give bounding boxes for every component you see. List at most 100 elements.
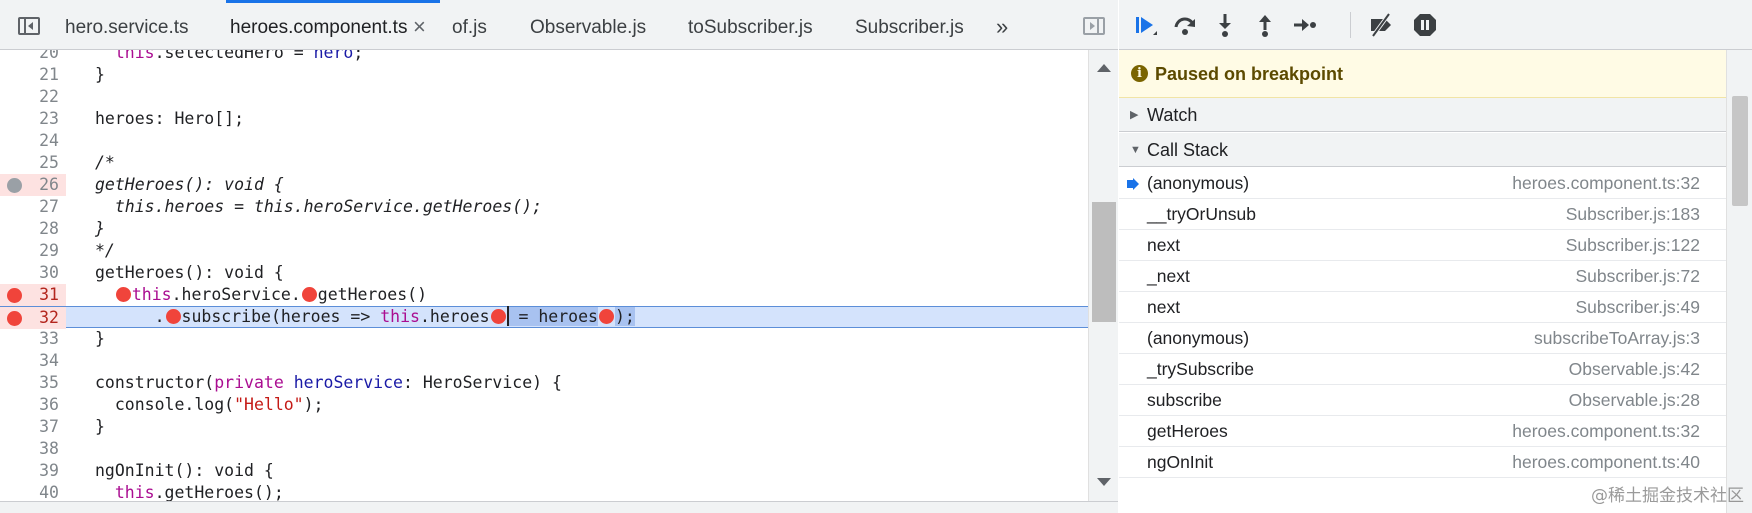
- call-frame[interactable]: __tryOrUnsub Subscriber.js:183: [1119, 199, 1726, 230]
- line-number[interactable]: 23: [0, 108, 66, 130]
- scrollbar-thumb[interactable]: [1092, 202, 1116, 322]
- line-number[interactable]: 40: [0, 482, 66, 501]
- line-number[interactable]: 22: [0, 86, 66, 108]
- step-icon[interactable]: [1291, 11, 1319, 39]
- frame-location[interactable]: Observable.js:42: [1569, 354, 1700, 385]
- call-frame[interactable]: next Subscriber.js:49: [1119, 292, 1726, 323]
- selected-text: = heroes: [508, 307, 598, 326]
- line-number[interactable]: 20: [0, 50, 66, 64]
- call-frame[interactable]: next Subscriber.js:122: [1119, 230, 1726, 261]
- frame-location[interactable]: heroes.component.ts:40: [1512, 447, 1700, 478]
- code-line: 31 this.heroService. getHeroes(): [0, 284, 1088, 306]
- code-text: this.getHeroes();: [114, 483, 284, 501]
- frame-function: _trySubscribe: [1147, 359, 1254, 379]
- breakpoint-marker[interactable]: [7, 311, 22, 326]
- line-number[interactable]: 34: [0, 350, 66, 372]
- call-frame[interactable]: getHeroes heroes.component.ts:32: [1119, 416, 1726, 447]
- tab-of[interactable]: of.js: [452, 0, 487, 50]
- step-out-icon[interactable]: [1251, 11, 1279, 39]
- info-icon: i: [1131, 65, 1148, 82]
- debugger-sidebar: i Paused on breakpoint ▶ Watch ▼ Call St…: [1119, 0, 1752, 513]
- inline-breakpoint-icon[interactable]: [598, 309, 614, 324]
- step-into-icon[interactable]: [1211, 11, 1239, 39]
- line-number[interactable]: 31: [0, 284, 66, 306]
- editor-tab-bar: hero.service.ts heroes.component.ts × of…: [0, 0, 1118, 50]
- line-number[interactable]: 38: [0, 438, 66, 460]
- inline-breakpoint-icon[interactable]: [490, 309, 506, 324]
- code-line: 21 }: [0, 64, 1088, 86]
- line-number[interactable]: 27: [0, 196, 66, 218]
- tab-heroes-component[interactable]: heroes.component.ts: [226, 0, 440, 50]
- frame-location[interactable]: Observable.js:28: [1569, 385, 1700, 416]
- call-stack-section-header[interactable]: ▼ Call Stack: [1119, 133, 1726, 167]
- breakpoint-marker[interactable]: [7, 288, 22, 303]
- call-frame[interactable]: ngOnInit heroes.component.ts:40: [1119, 447, 1726, 478]
- step-over-icon[interactable]: [1171, 11, 1199, 39]
- frame-location[interactable]: subscribeToArray.js:3: [1534, 323, 1700, 354]
- tab-to-subscriber[interactable]: toSubscriber.js: [688, 0, 813, 50]
- watch-section-header[interactable]: ▶ Watch: [1119, 98, 1726, 132]
- frame-function: __tryOrUnsub: [1147, 204, 1256, 224]
- code-line: 30 getHeroes(): void {: [0, 262, 1088, 284]
- line-number[interactable]: 30: [0, 262, 66, 284]
- frame-location[interactable]: Subscriber.js:122: [1566, 230, 1700, 261]
- call-frame[interactable]: _next Subscriber.js:72: [1119, 261, 1726, 292]
- code-editor[interactable]: 20 this.selectedHero = hero; 21 } 22 23 …: [0, 50, 1088, 501]
- code-comment: /*: [95, 153, 115, 172]
- line-number[interactable]: 28: [0, 218, 66, 240]
- code-text: }: [95, 417, 105, 436]
- code-line: 39 ngOnInit(): void {: [0, 460, 1088, 482]
- debugger-toolbar: [1119, 0, 1752, 50]
- code-text: console.log("Hello");: [95, 395, 324, 414]
- line-number[interactable]: 35: [0, 372, 66, 394]
- frame-location[interactable]: heroes.component.ts:32: [1512, 416, 1700, 447]
- editor-vertical-scrollbar[interactable]: [1088, 50, 1118, 501]
- line-number[interactable]: 24: [0, 130, 66, 152]
- call-frame[interactable]: subscribe Observable.js:28: [1119, 385, 1726, 416]
- inline-breakpoint-icon[interactable]: [115, 287, 131, 302]
- line-number[interactable]: 32: [0, 307, 66, 329]
- scroll-up-icon[interactable]: [1097, 64, 1111, 72]
- paused-message: Paused on breakpoint: [1155, 64, 1344, 84]
- code-line: 27 this.heroes = this.heroService.getHer…: [0, 196, 1088, 218]
- line-number[interactable]: 21: [0, 64, 66, 86]
- scroll-down-icon[interactable]: [1097, 478, 1111, 486]
- disabled-breakpoint-marker[interactable]: [7, 178, 22, 193]
- call-frame[interactable]: (anonymous) heroes.component.ts:32: [1119, 168, 1726, 199]
- call-frame[interactable]: (anonymous) subscribeToArray.js:3: [1119, 323, 1726, 354]
- frame-location[interactable]: Subscriber.js:49: [1575, 292, 1700, 323]
- toolbar-separator: [1350, 12, 1351, 38]
- deactivate-breakpoints-icon[interactable]: [1367, 11, 1395, 39]
- resume-icon[interactable]: [1131, 11, 1159, 39]
- code-line: 20 this.selectedHero = hero;: [0, 50, 1088, 64]
- line-number[interactable]: 25: [0, 152, 66, 174]
- frame-location[interactable]: heroes.component.ts:32: [1512, 168, 1700, 199]
- frame-location[interactable]: Subscriber.js:183: [1566, 199, 1700, 230]
- code-line: 35 constructor(private heroService: Hero…: [0, 372, 1088, 394]
- code-text: this.heroService. getHeroes(): [95, 284, 427, 306]
- line-number[interactable]: 36: [0, 394, 66, 416]
- frame-function: next: [1147, 235, 1181, 255]
- toggle-debugger-icon[interactable]: [1083, 17, 1105, 35]
- line-number[interactable]: 39: [0, 460, 66, 482]
- debugger-scrollbar[interactable]: [1726, 50, 1752, 513]
- more-tabs-icon[interactable]: »: [996, 0, 1008, 50]
- call-frame[interactable]: _trySubscribe Observable.js:42: [1119, 354, 1726, 385]
- tab-observable[interactable]: Observable.js: [530, 0, 646, 50]
- inline-breakpoint-icon[interactable]: [165, 309, 181, 324]
- inline-breakpoint-icon[interactable]: [301, 287, 317, 302]
- frame-location[interactable]: Subscriber.js:72: [1575, 261, 1700, 292]
- pause-on-exceptions-icon[interactable]: [1411, 11, 1439, 39]
- line-number[interactable]: 33: [0, 328, 66, 350]
- close-tab-icon[interactable]: ×: [413, 0, 426, 50]
- tab-subscriber[interactable]: Subscriber.js: [855, 0, 964, 50]
- toggle-navigator-icon[interactable]: [18, 17, 40, 35]
- line-number[interactable]: 26: [0, 174, 66, 196]
- code-line: 28 }: [0, 218, 1088, 240]
- editor-horizontal-scrollbar[interactable]: [0, 501, 1118, 513]
- tab-hero-service[interactable]: hero.service.ts: [65, 0, 189, 50]
- frame-function: (anonymous): [1147, 173, 1250, 193]
- scrollbar-thumb[interactable]: [1732, 96, 1748, 206]
- line-number[interactable]: 37: [0, 416, 66, 438]
- line-number[interactable]: 29: [0, 240, 66, 262]
